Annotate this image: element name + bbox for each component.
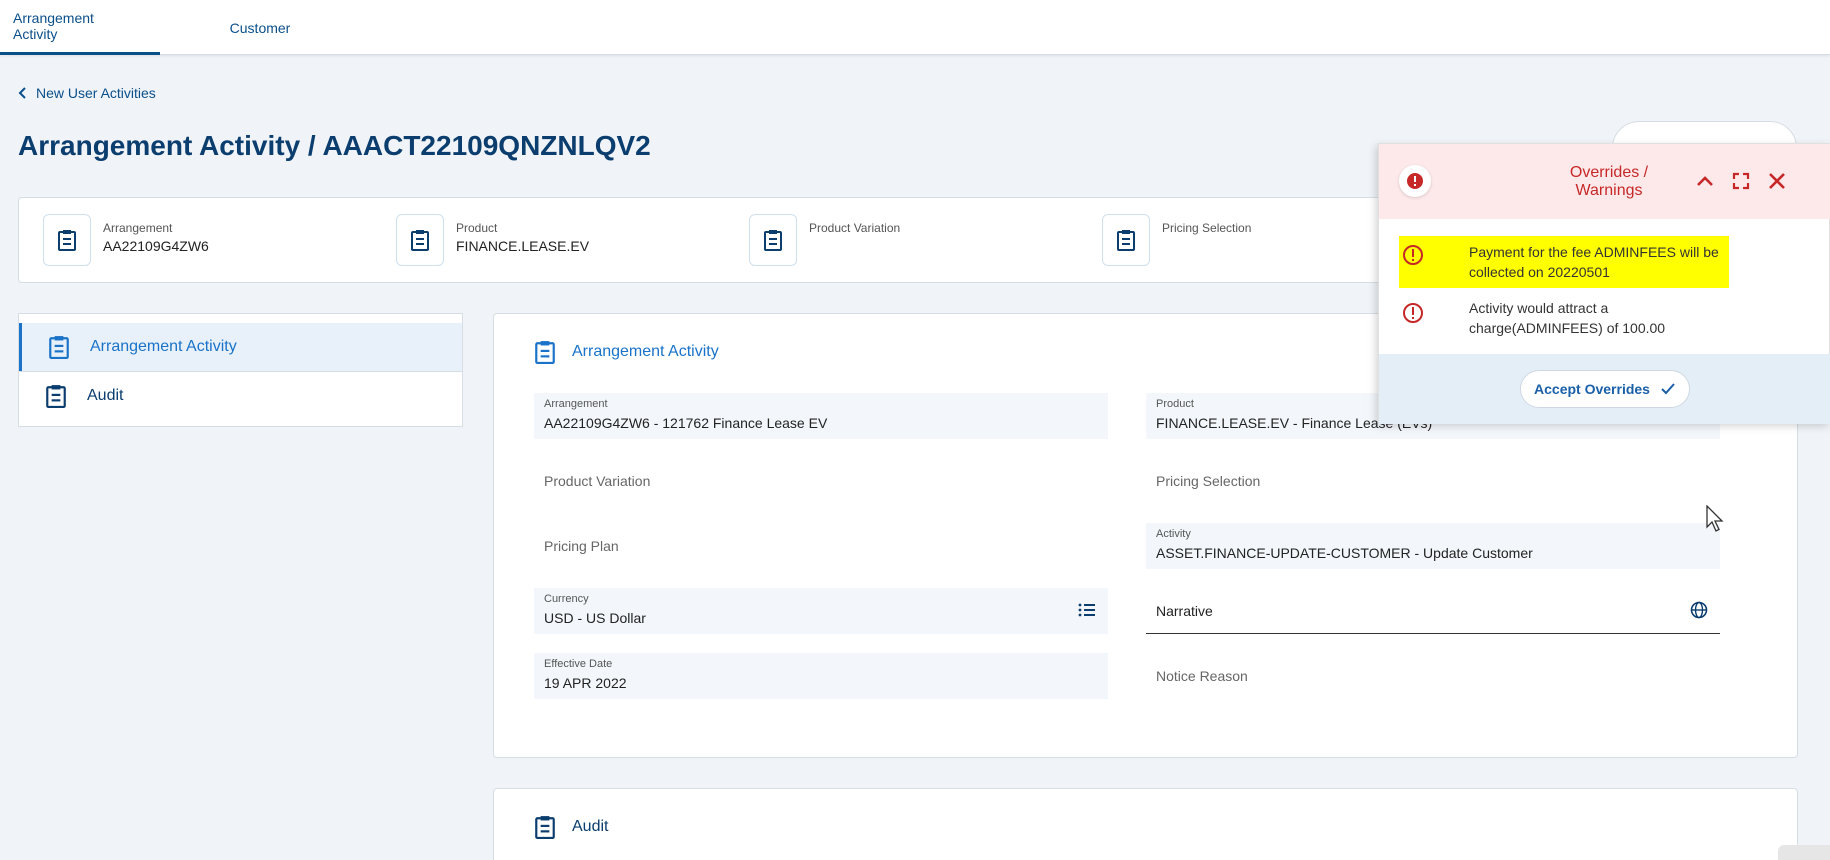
summary-value: FINANCE.LEASE.EV bbox=[456, 238, 590, 254]
accept-overrides-button[interactable]: Accept Overrides bbox=[1520, 370, 1690, 408]
field-placeholder: Pricing Selection bbox=[1156, 473, 1261, 489]
overrides-panel: Overrides / Warnings Payment for the fee… bbox=[1378, 143, 1830, 424]
summary-label: Product Variation bbox=[809, 221, 901, 235]
clipboard-icon bbox=[396, 214, 444, 266]
field-placeholder: Pricing Plan bbox=[544, 538, 619, 554]
override-message: Payment for the fee ADMINFEES will be co… bbox=[1399, 236, 1729, 288]
fullscreen-icon[interactable] bbox=[1730, 170, 1752, 192]
audit-title: Audit bbox=[572, 818, 609, 835]
activity-field[interactable]: Activity ASSET.FINANCE-UPDATE-CUSTOMER -… bbox=[1146, 523, 1720, 569]
field-value: AA22109G4ZW6 - 121762 Finance Lease EV bbox=[544, 415, 828, 431]
field-label: Arrangement bbox=[544, 398, 608, 410]
mouse-cursor-icon bbox=[1706, 505, 1724, 532]
nav-item-audit[interactable]: Audit bbox=[19, 371, 462, 419]
summary-product: Product FINANCE.LEASE.EV bbox=[396, 214, 589, 266]
back-link[interactable]: New User Activities bbox=[18, 85, 156, 101]
tab-customer[interactable]: Customer bbox=[200, 0, 320, 55]
chevron-left-icon bbox=[18, 87, 26, 99]
clipboard-icon bbox=[535, 341, 555, 364]
section-header: Audit bbox=[534, 815, 608, 839]
section-nav: Arrangement Activity Audit bbox=[18, 313, 463, 427]
nav-item-arrangement-activity[interactable]: Arrangement Activity bbox=[19, 323, 462, 371]
override-message: Activity would attract a charge(ADMINFEE… bbox=[1399, 296, 1729, 340]
summary-product-variation: Product Variation bbox=[749, 214, 900, 266]
globe-icon[interactable] bbox=[1690, 601, 1708, 619]
notice-reason-field[interactable]: Notice Reason bbox=[1146, 653, 1720, 699]
field-placeholder: Product Variation bbox=[544, 473, 651, 489]
tab-label: Customer bbox=[229, 19, 291, 36]
nav-item-label: Arrangement Activity bbox=[90, 338, 237, 355]
clipboard-icon bbox=[749, 214, 797, 266]
clipboard-icon bbox=[1102, 214, 1150, 266]
currency-field[interactable]: Currency USD - US Dollar bbox=[534, 588, 1108, 634]
nav-item-label: Audit bbox=[87, 386, 124, 404]
top-tab-bar: Arrangement Activity Customer bbox=[0, 0, 1830, 55]
tab-arrangement-activity[interactable]: Arrangement Activity bbox=[0, 0, 160, 55]
field-label: Currency bbox=[544, 593, 589, 605]
accept-overrides-label: Accept Overrides bbox=[1534, 381, 1650, 397]
arrangement-field[interactable]: Arrangement AA22109G4ZW6 - 121762 Financ… bbox=[534, 393, 1108, 439]
product-variation-field[interactable]: Product Variation bbox=[534, 458, 1108, 504]
pricing-selection-field[interactable]: Pricing Selection bbox=[1146, 458, 1720, 504]
field-value: 19 APR 2022 bbox=[544, 675, 627, 691]
corner-menu-handle[interactable] bbox=[1778, 845, 1830, 860]
tab-label-line1: Arrangement bbox=[13, 10, 94, 26]
overrides-footer: Accept Overrides bbox=[1379, 354, 1830, 424]
tab-label-line2: Activity bbox=[13, 26, 58, 42]
list-icon[interactable] bbox=[1078, 601, 1096, 619]
pricing-plan-field[interactable]: Pricing Plan bbox=[534, 523, 1108, 569]
warning-circle-icon bbox=[1403, 303, 1423, 323]
chevron-up-icon[interactable] bbox=[1694, 170, 1716, 192]
field-label: Activity bbox=[1156, 528, 1191, 540]
field-value: USD - US Dollar bbox=[544, 610, 646, 626]
clipboard-icon bbox=[535, 816, 555, 839]
back-link-label: New User Activities bbox=[36, 85, 156, 101]
summary-value: AA22109G4ZW6 bbox=[103, 238, 209, 254]
summary-pricing-selection: Pricing Selection bbox=[1102, 214, 1251, 266]
audit-card: Audit bbox=[493, 788, 1798, 860]
summary-arrangement: Arrangement AA22109G4ZW6 bbox=[43, 214, 209, 266]
field-label: Effective Date bbox=[544, 658, 613, 670]
page-title: Arrangement Activity / AAACT22109QNZNLQV… bbox=[18, 130, 651, 161]
section-title: Arrangement Activity bbox=[572, 343, 719, 360]
overrides-header: Overrides / Warnings bbox=[1379, 144, 1830, 219]
field-placeholder: Narrative bbox=[1156, 603, 1213, 619]
field-placeholder: Notice Reason bbox=[1156, 668, 1248, 684]
warning-circle-icon bbox=[1403, 245, 1423, 265]
override-message-text: Payment for the fee ADMINFEES will be co… bbox=[1469, 244, 1719, 280]
field-label: Product bbox=[1156, 398, 1194, 410]
alert-icon bbox=[1399, 165, 1431, 197]
narrative-input[interactable]: Narrative bbox=[1146, 588, 1720, 634]
clipboard-icon bbox=[49, 336, 69, 359]
override-message-text: Activity would attract a charge(ADMINFEE… bbox=[1469, 300, 1666, 336]
check-icon bbox=[1661, 383, 1675, 395]
clipboard-icon bbox=[43, 214, 91, 266]
clipboard-icon bbox=[46, 384, 66, 408]
summary-label: Arrangement bbox=[103, 221, 173, 235]
overrides-title: Overrides / Warnings bbox=[1569, 164, 1649, 199]
summary-label: Pricing Selection bbox=[1162, 221, 1252, 235]
section-header: Arrangement Activity bbox=[534, 340, 719, 364]
field-value: ASSET.FINANCE-UPDATE-CUSTOMER - Update C… bbox=[1156, 545, 1533, 561]
summary-label: Product bbox=[456, 221, 498, 235]
effective-date-field[interactable]: Effective Date 19 APR 2022 bbox=[534, 653, 1108, 699]
close-icon[interactable] bbox=[1766, 170, 1788, 192]
